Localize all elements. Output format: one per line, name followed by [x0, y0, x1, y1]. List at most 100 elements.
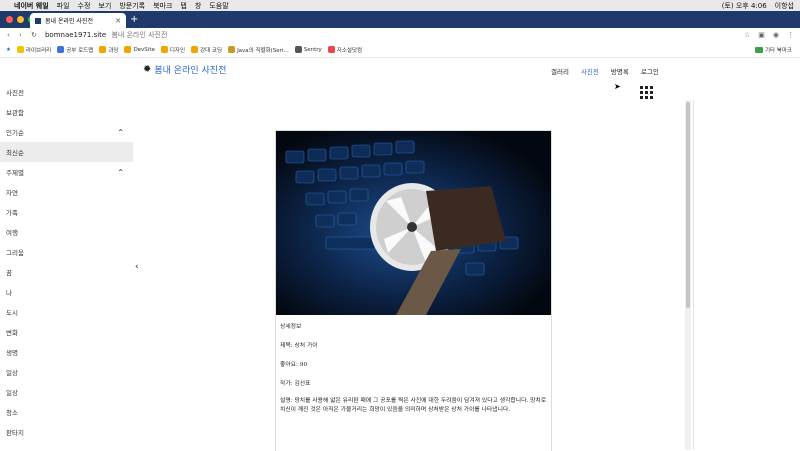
sidebar-item-label: 생명 — [6, 349, 18, 357]
sidebar-item-label: 변화 — [6, 329, 18, 337]
post-author: 작가: 김선표 — [280, 381, 311, 387]
bookmark-star-icon[interactable]: ★ — [6, 47, 11, 53]
url-field[interactable]: bomnae1971.site 봄내 온라인 사진전 — [45, 30, 167, 40]
mac-menu-item[interactable]: 보기 — [98, 2, 111, 10]
sidebar-item[interactable]: 가족 — [0, 202, 133, 222]
bookmark-favicon-icon — [160, 46, 168, 53]
nav-link[interactable]: 방명록 — [611, 66, 629, 76]
sidebar-item[interactable]: 그리움 — [0, 242, 133, 262]
status-area: (토) 오후 4:06 이항섭 — [722, 1, 794, 11]
collapse-sidebar-icon[interactable]: ‹ — [135, 262, 139, 272]
app-name[interactable]: 네이버 웨일 — [14, 1, 49, 11]
other-bookmarks[interactable]: 기타 북마크 — [754, 46, 792, 54]
sidebar-item[interactable]: 최신순 — [0, 142, 133, 162]
bookmark-item[interactable]: 강대 코딩 — [191, 46, 222, 54]
sidebar-item-label: 자연 — [6, 189, 18, 197]
sidebar-item[interactable]: 인기순 ⌃ — [0, 122, 133, 142]
sidebar-item-label: 여행 — [6, 229, 18, 237]
sidebar-item[interactable]: 변화 — [0, 322, 133, 342]
sidebar-item-label: 꿈 — [6, 269, 12, 277]
user-name[interactable]: 이항섭 — [775, 1, 794, 11]
mac-menu-item[interactable]: 도움말 — [209, 2, 228, 10]
sidebar-item-label: 도시 — [6, 309, 18, 317]
bookmark-favicon-icon — [57, 46, 65, 53]
url-page-title: 봄내 온라인 사진전 — [111, 31, 168, 39]
mac-menu: 파일 수정 보기 방문기록 북마크 탭 창 도움말 — [57, 1, 237, 11]
mac-menu-item[interactable]: 파일 — [57, 2, 70, 10]
bookmark-item[interactable]: DevSite — [124, 46, 155, 53]
bookmark-item[interactable]: Sentry — [294, 46, 322, 53]
bookmark-label: 공부 로드맵 — [66, 47, 94, 54]
mac-menu-item[interactable]: 방문기록 — [119, 2, 145, 10]
nav-link[interactable]: 사진전 — [581, 66, 599, 76]
new-tab-button[interactable]: + — [130, 14, 138, 25]
favicon-icon — [35, 17, 41, 24]
bookmark-label: 라이브러리 — [25, 47, 52, 54]
sidebar-item[interactable]: 보관함 — [0, 102, 133, 122]
bookmark-item[interactable]: 과잉 — [99, 46, 118, 54]
clock[interactable]: (토) 오후 4:06 — [722, 1, 767, 11]
sidebar-item[interactable]: 판타지 — [0, 422, 133, 442]
sidebar-item[interactable]: 도시 — [0, 302, 133, 322]
bookmark-favicon-icon — [99, 46, 107, 53]
tab-title: 봄내 온라인 사진전 — [45, 18, 93, 25]
mac-menu-bar: 네이버 웨일 파일 수정 보기 방문기록 북마크 탭 창 도움말 (토) 오후 4:06 이항… — [0, 0, 800, 11]
scrollbar-thumb[interactable] — [686, 102, 690, 308]
sidebar-item[interactable]: 여행 — [0, 222, 133, 242]
star-icon[interactable]: ☆ — [744, 31, 750, 39]
sidebar-item[interactable]: 사진전 — [0, 82, 133, 102]
bookmark-item[interactable]: 라이브러리 — [16, 46, 52, 54]
back-icon[interactable]: ‹ — [7, 31, 10, 39]
post-title: 제목: 상처 가이 — [280, 343, 318, 349]
sidebar-item[interactable]: 생명 — [0, 342, 133, 362]
bookmark-item[interactable]: 공부 로드맵 — [57, 46, 93, 54]
close-window-button[interactable] — [6, 16, 13, 23]
minimize-window-button[interactable] — [17, 16, 24, 23]
browser-tab[interactable]: 봄내 온라인 사진전 ✕ — [30, 13, 126, 28]
mac-menu-item[interactable]: 수정 — [78, 2, 91, 10]
url-text: bomnae1971.site — [44, 31, 107, 39]
sidebar-item[interactable]: 일상 — [0, 362, 133, 382]
sidebar-item-label: 사진전 — [6, 89, 24, 97]
folder-icon — [754, 46, 763, 53]
sidebar-item[interactable]: 일상 — [0, 382, 133, 402]
mac-menu-item[interactable]: 탭 — [180, 2, 186, 10]
bookmark-item[interactable]: 자소설닷컴 — [327, 46, 363, 54]
forward-icon[interactable]: › — [19, 31, 22, 39]
app-grid-icon[interactable] — [640, 86, 653, 99]
chevron-up-icon[interactable]: ⌃ — [117, 128, 124, 137]
post-likes: 좋아요: 90 — [280, 362, 308, 368]
sidebar-item[interactable]: 청소 — [0, 402, 133, 422]
bookmark-favicon-icon — [124, 46, 132, 53]
post-caption: 상세정보 — [280, 324, 302, 330]
nav-link[interactable]: 로그인 — [641, 66, 659, 76]
mac-menu-item[interactable]: 북마크 — [153, 2, 172, 10]
close-tab-icon[interactable]: ✕ — [115, 17, 121, 25]
site-logo[interactable]: ✹ 봄내 온라인 사진전 — [143, 63, 226, 76]
bookmark-item[interactable]: 디자인 — [160, 46, 185, 54]
mouse-cursor-icon: ➤ — [614, 82, 621, 91]
chevron-up-icon[interactable]: ⌃ — [117, 168, 124, 177]
menu-icon[interactable]: ⋮ — [787, 31, 794, 39]
bookmark-label: 자소설닷컴 — [336, 47, 363, 54]
sidebar-item-label: 주제별 — [6, 169, 24, 177]
nav-link[interactable]: 갤러리 — [551, 66, 569, 76]
sidebar-item-label: 일상 — [6, 389, 18, 397]
mac-menu-item[interactable]: 창 — [195, 2, 201, 10]
reload-icon[interactable]: ↻ — [31, 31, 37, 39]
extension-icon[interactable]: ▣ — [758, 31, 765, 39]
profile-icon[interactable]: ◉ — [773, 31, 779, 39]
bookmark-label: DevSite — [133, 46, 155, 53]
other-bookmarks-label: 기타 북마크 — [764, 47, 792, 54]
photo-image[interactable] — [276, 131, 551, 315]
site-logo-text: 봄내 온라인 사진전 — [154, 66, 227, 76]
sidebar-item[interactable]: 나 — [0, 282, 133, 302]
bookmark-item[interactable]: Java의 직렬화(Seri... — [228, 46, 289, 54]
sidebar-item-label: 일상 — [6, 369, 18, 377]
sidebar-item[interactable]: 자연 — [0, 182, 133, 202]
sidebar-item[interactable]: 주제별 ⌃ — [0, 162, 133, 182]
bookmark-favicon-icon — [16, 46, 24, 53]
post-description: 설명: 망치를 사용해 얇은 유리판 패에 그 공포를 찍은 사진에 대한 두려… — [280, 398, 547, 413]
sidebar: 사진전 보관함 인기순 ⌃ 최신순 주제별 ⌃ 자연 가족 여행 그리움 꿈 나 도시 변화 생명 일상 일상 청소… — [0, 82, 133, 450]
sidebar-item[interactable]: 꿈 — [0, 262, 133, 282]
